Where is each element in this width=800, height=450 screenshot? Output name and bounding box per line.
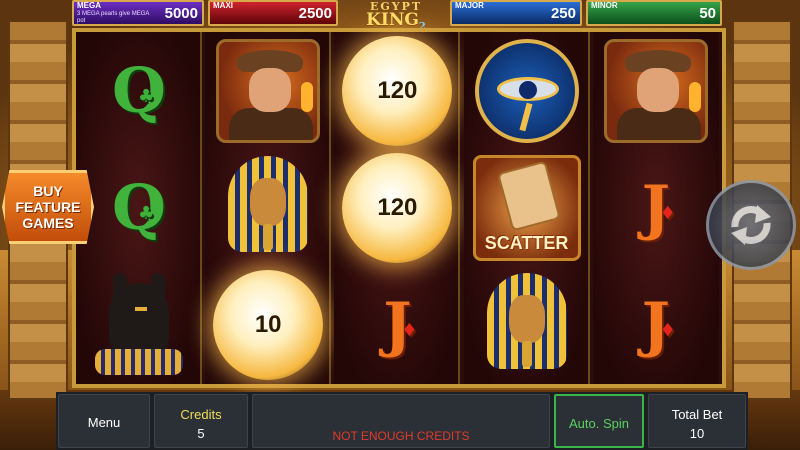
pearl-value: 10 xyxy=(254,310,282,338)
menu-button[interactable]: Menu xyxy=(58,394,150,448)
scatter-label: SCATTER xyxy=(484,232,569,253)
reel-cell xyxy=(593,32,719,149)
credits-value: 5 xyxy=(197,426,205,441)
pearl-symbol: 120 xyxy=(342,35,453,146)
reel-cell: 10 xyxy=(205,266,331,383)
jackpot-maxi-label: MAXI xyxy=(213,1,233,10)
reel-cell xyxy=(464,266,590,383)
explorer-icon xyxy=(216,38,321,143)
reel-grid: Q ♣ Q ♣ 10 120 120 J ♦ SCATTER J ♦ J ♦ xyxy=(72,28,726,388)
reel-cell: J ♦ xyxy=(334,266,460,383)
auto-spin-label: Auto. Spin xyxy=(569,416,629,431)
reel-cell: SCATTER xyxy=(464,149,590,266)
jackpot-major-value: 250 xyxy=(550,5,576,22)
buy-feature-button[interactable]: BUY FEATURE GAMES xyxy=(2,170,94,244)
reel-cell: J ♦ xyxy=(593,266,719,383)
total-bet-button[interactable]: Total Bet 10 xyxy=(648,394,746,448)
message-panel: NOT ENOUGH CREDITS xyxy=(252,394,550,448)
reel-cell: J ♦ xyxy=(593,149,719,266)
reel-cell xyxy=(464,32,590,149)
pearl-value: 120 xyxy=(377,193,418,221)
reel-cell: Q ♣ xyxy=(76,149,202,266)
jackpot-minor-label: MINOR xyxy=(591,1,618,10)
reel-3: 120 120 J ♦ xyxy=(334,32,461,384)
pharaoh-icon xyxy=(486,272,567,377)
pearl-value: 120 xyxy=(377,76,418,104)
jackpot-maxi-value: 2500 xyxy=(298,5,332,22)
jackpot-bar: MEGA 3 MEGA pearls give MEGA pot 5000 MA… xyxy=(72,0,722,32)
total-bet-label: Total Bet xyxy=(671,407,723,422)
queen-clubs-icon: Q ♣ xyxy=(111,54,166,127)
explorer-icon xyxy=(603,38,708,143)
pharaoh-icon xyxy=(228,155,309,260)
reel-cell: Q ♣ xyxy=(76,32,202,149)
jackpot-mega-label: MEGA xyxy=(77,1,101,10)
jackpot-major: MAJOR 250 xyxy=(450,0,582,26)
reel-cell: 120 xyxy=(334,149,460,266)
logo-king: KING xyxy=(366,10,419,30)
credits-label: Credits xyxy=(180,407,222,422)
queen-clubs-icon: Q ♣ xyxy=(111,171,166,244)
reel-5: J ♦ J ♦ xyxy=(592,32,719,384)
auto-spin-button[interactable]: Auto. Spin xyxy=(554,394,644,448)
spin-refresh-icon xyxy=(731,205,771,245)
scroll-icon xyxy=(496,160,561,231)
jackpot-minor-value: 50 xyxy=(699,5,716,22)
jackpot-mega-value: 5000 xyxy=(164,5,198,22)
buy-feature-label: BUY FEATURE GAMES xyxy=(15,183,81,231)
jackpot-mega-note: 3 MEGA pearls give MEGA pot xyxy=(77,11,150,24)
control-bar: Menu Credits 5 NOT ENOUGH CREDITS Auto. … xyxy=(56,392,748,450)
reel-2: 10 xyxy=(205,32,332,384)
jackpot-maxi: MAXI 2500 xyxy=(208,0,338,26)
reel-cell xyxy=(205,149,331,266)
jackpot-minor: MINOR 50 xyxy=(586,0,722,26)
pearl-symbol: 120 xyxy=(342,152,453,263)
reel-4: SCATTER xyxy=(463,32,590,384)
status-message: NOT ENOUGH CREDITS xyxy=(332,429,470,443)
reel-1: Q ♣ Q ♣ xyxy=(76,32,202,384)
credits-display: Credits 5 xyxy=(154,394,248,448)
menu-label: Menu xyxy=(87,415,121,430)
reel-cell: 120 xyxy=(334,32,460,149)
anubis-icon xyxy=(91,272,187,377)
reel-cell xyxy=(76,266,202,383)
jackpot-major-label: MAJOR xyxy=(455,1,484,10)
jack-diamonds-icon: J ♦ xyxy=(641,289,676,360)
reel-cell xyxy=(205,32,331,149)
jack-diamonds-icon: J ♦ xyxy=(641,172,676,243)
jack-diamonds-icon: J ♦ xyxy=(383,289,418,360)
scatter-symbol: SCATTER xyxy=(472,154,581,261)
total-bet-value: 10 xyxy=(689,426,705,441)
spin-button[interactable] xyxy=(706,180,796,270)
pearl-symbol: 10 xyxy=(213,269,324,380)
jackpot-mega: MEGA 3 MEGA pearls give MEGA pot 5000 xyxy=(72,0,204,26)
eye-of-horus-icon xyxy=(474,38,579,143)
